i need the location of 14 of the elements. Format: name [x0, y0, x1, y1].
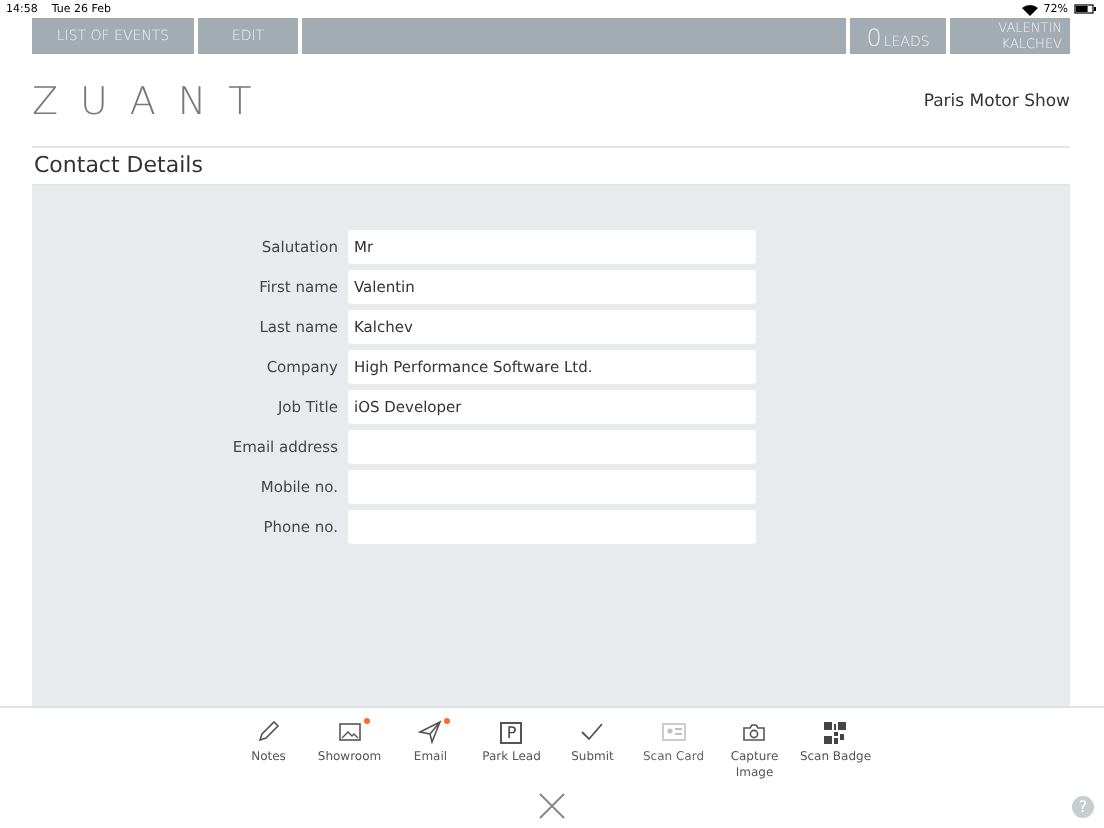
- send-icon: [418, 720, 443, 744]
- battery-icon: [1074, 4, 1096, 14]
- parking-icon: P: [500, 721, 523, 743]
- close-icon[interactable]: [538, 792, 566, 820]
- pencil-icon: [256, 720, 281, 744]
- logo: ZUANT: [32, 80, 274, 124]
- wifi-icon: [1021, 3, 1038, 15]
- section-title: Contact Details: [32, 146, 1070, 186]
- id-card-icon: [661, 722, 686, 742]
- image-icon: [337, 722, 362, 742]
- event-name: Paris Motor Show: [923, 92, 1070, 112]
- qr-code-icon: [824, 721, 847, 743]
- check-icon: [580, 722, 605, 742]
- camera-icon: [742, 722, 767, 742]
